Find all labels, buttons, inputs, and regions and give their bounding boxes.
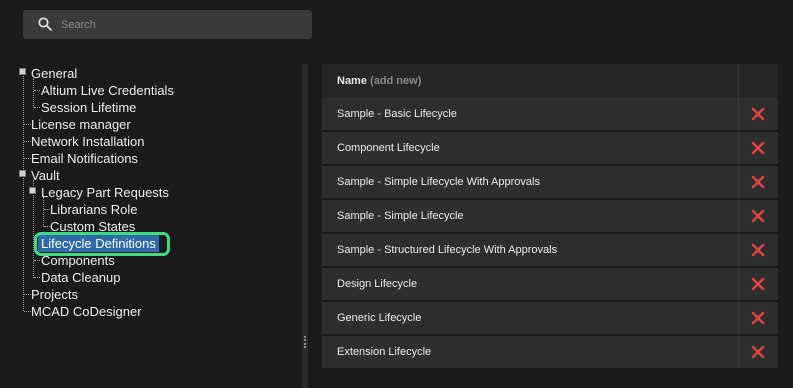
tree-connector — [24, 158, 31, 159]
lifecycle-definitions-table: Name (add new) Sample - Basic Lifecycle C… — [322, 64, 778, 370]
tree-connector — [24, 294, 31, 295]
tree-connector — [34, 260, 40, 261]
table-row[interactable]: Component Lifecycle — [322, 132, 778, 164]
column-divider — [738, 98, 739, 130]
table-row[interactable]: Generic Lifecycle — [322, 302, 778, 334]
delete-x-icon[interactable] — [751, 243, 765, 257]
tree-item-librarians-role[interactable]: Librarians Role — [50, 201, 137, 218]
tree-item-network-installation[interactable]: Network Installation — [31, 133, 144, 150]
lifecycle-name: Sample - Basic Lifecycle — [337, 108, 457, 120]
search-input[interactable] — [61, 10, 301, 39]
tree-item-components[interactable]: Components — [41, 252, 115, 269]
column-divider — [738, 200, 739, 232]
table-row[interactable]: Extension Lifecycle — [322, 336, 778, 368]
lifecycle-name: Sample - Simple Lifecycle — [337, 210, 464, 222]
tree-connector — [34, 90, 40, 91]
add-new-link[interactable]: (add new) — [370, 75, 421, 87]
delete-x-icon[interactable] — [751, 277, 765, 291]
tree-item-session-lifetime[interactable]: Session Lifetime — [41, 99, 136, 116]
table-row[interactable]: Design Lifecycle — [322, 268, 778, 300]
expand-toggle-vault[interactable] — [19, 170, 26, 177]
tree-item-lifecycle-definitions[interactable]: Lifecycle Definitions — [38, 235, 159, 252]
expand-toggle-legacy-part-requests[interactable] — [29, 187, 36, 194]
lifecycle-name: Component Lifecycle — [337, 142, 440, 154]
lifecycle-name: Sample - Simple Lifecycle With Approvals — [337, 176, 540, 188]
delete-x-icon[interactable] — [751, 311, 765, 325]
tree-connector — [23, 70, 24, 311]
lifecycle-name: Extension Lifecycle — [337, 346, 432, 358]
tree-connector — [43, 197, 44, 227]
column-divider — [738, 166, 739, 198]
delete-x-icon[interactable] — [751, 209, 765, 223]
table-row[interactable]: Sample - Simple Lifecycle With Approvals — [322, 166, 778, 198]
table-row[interactable]: Sample - Structured Lifecycle With Appro… — [322, 234, 778, 266]
lifecycle-name: Generic Lifecycle — [337, 312, 422, 324]
expand-toggle-general[interactable] — [19, 68, 26, 75]
column-header-name-label: Name — [337, 75, 367, 87]
tree-item-altium-live-credentials[interactable]: Altium Live Credentials — [41, 82, 174, 99]
splitter-grip-icon — [304, 336, 306, 348]
tree-connector — [24, 311, 31, 312]
table-row[interactable]: Sample - Basic Lifecycle — [322, 98, 778, 130]
column-divider — [738, 64, 739, 98]
delete-x-icon[interactable] — [751, 175, 765, 189]
tree-item-mcad-codesigner[interactable]: MCAD CoDesigner — [31, 303, 142, 320]
delete-x-icon[interactable] — [751, 345, 765, 359]
delete-x-icon[interactable] — [751, 141, 765, 155]
tree-item-license-manager[interactable]: License manager — [31, 116, 131, 133]
column-divider — [738, 336, 739, 368]
tree-connector — [34, 277, 40, 278]
column-header-name: Name (add new) — [337, 64, 421, 98]
tree-item-custom-states[interactable]: Custom States — [50, 218, 135, 235]
column-divider — [738, 302, 739, 334]
table-header: Name (add new) — [322, 64, 778, 98]
settings-tree: General Altium Live Credentials Session … — [0, 60, 300, 388]
tree-connector — [24, 124, 31, 125]
delete-x-icon[interactable] — [751, 107, 765, 121]
tree-item-projects[interactable]: Projects — [31, 286, 78, 303]
column-divider — [738, 234, 739, 266]
tree-connector — [24, 141, 31, 142]
tree-item-vault[interactable]: Vault — [31, 167, 60, 184]
tree-connector — [34, 107, 40, 108]
tree-connector — [33, 180, 34, 278]
search-icon — [38, 17, 52, 31]
tree-item-legacy-part-requests[interactable]: Legacy Part Requests — [41, 184, 169, 201]
tree-item-email-notifications[interactable]: Email Notifications — [31, 150, 138, 167]
lifecycle-name: Sample - Structured Lifecycle With Appro… — [337, 244, 558, 256]
tree-item-data-cleanup[interactable]: Data Cleanup — [41, 269, 121, 286]
column-divider — [738, 268, 739, 300]
tree-item-general[interactable]: General — [31, 65, 77, 82]
lifecycle-name: Design Lifecycle — [337, 278, 418, 290]
tree-connector — [33, 78, 34, 108]
table-row[interactable]: Sample - Simple Lifecycle — [322, 200, 778, 232]
search-box[interactable] — [23, 10, 312, 39]
column-divider — [738, 132, 739, 164]
